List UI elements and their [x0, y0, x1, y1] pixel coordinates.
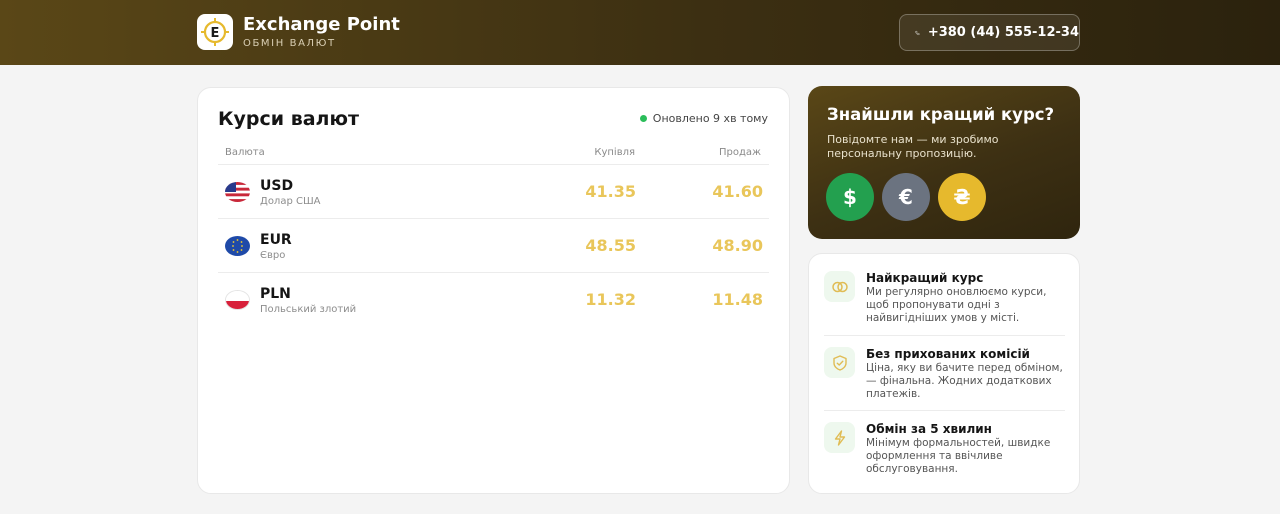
- status-dot: [639, 115, 647, 122]
- column-header-currency: Валюта: [225, 147, 265, 158]
- update-status-text: Оновлено 9 хв тому: [652, 112, 768, 125]
- sell-rate: 11.48: [712, 290, 763, 309]
- buy-rate: 48.55: [585, 236, 636, 255]
- promo-title: Знайшли кращий курс?: [827, 105, 1055, 124]
- currency-name: Польський злотий: [260, 304, 357, 315]
- phone-icon: [915, 30, 920, 35]
- shield-icon: [824, 347, 855, 378]
- lightning-icon: [824, 422, 855, 453]
- coins-icon: [824, 271, 855, 302]
- feature-title: Обмін за 5 хвилин: [866, 422, 992, 436]
- feature-text: Мінімум формальностей, швидке оформлення…: [866, 437, 1051, 475]
- features-card: Найкращий курс Ми регулярно оновлюємо ку…: [808, 253, 1080, 494]
- euro-coin-button[interactable]: €: [882, 173, 930, 221]
- rates-card: Курси валют Оновлено 9 хв тому Валюта Ку…: [197, 87, 790, 494]
- feature-text: Ціна, яку ви бачите перед обміном, — фін…: [866, 362, 1063, 400]
- eu-flag-icon: [225, 236, 250, 256]
- divider: [824, 410, 1065, 411]
- rate-row-pln: PLN Польський злотий 11.32 11.48: [218, 272, 769, 326]
- hryvnia-coin-button[interactable]: ₴: [938, 173, 986, 221]
- column-header-buy: Купівля: [594, 147, 635, 158]
- update-status: Оновлено 9 хв тому: [639, 112, 768, 125]
- rate-row-eur: EUR Євро 48.55 48.90: [218, 218, 769, 272]
- divider: [824, 335, 1065, 336]
- currency-code: PLN: [260, 286, 291, 302]
- target-logo-icon: E: [201, 18, 229, 46]
- feature-text: Ми регулярно оновлюємо курси, щоб пропон…: [866, 286, 1047, 324]
- header: E Exchange Point ОБМІН ВАЛЮТ +380 (44) 5…: [0, 0, 1280, 65]
- sell-rate: 41.60: [712, 182, 763, 201]
- pl-flag-icon: [225, 290, 250, 310]
- currency-name: Долар США: [260, 196, 321, 207]
- currency-name: Євро: [260, 250, 286, 261]
- promo-text: Повідомте нам — ми зробимо персональну п…: [827, 133, 999, 160]
- promo-card: Знайшли кращий курс? Повідомте нам — ми …: [808, 86, 1080, 239]
- sell-rate: 48.90: [712, 236, 763, 255]
- phone-number: +380 (44) 555-12-34: [927, 25, 1079, 40]
- dollar-coin-button[interactable]: $: [826, 173, 874, 221]
- phone-button[interactable]: +380 (44) 555-12-34: [899, 14, 1080, 51]
- buy-rate: 11.32: [585, 290, 636, 309]
- rate-row-usd: USD Долар США 41.35 41.60: [218, 164, 769, 218]
- currency-code: EUR: [260, 232, 292, 248]
- currency-code: USD: [260, 178, 294, 194]
- feature-title: Без прихованих комісій: [866, 347, 1030, 361]
- brand-title: Exchange Point: [243, 14, 400, 35]
- us-flag-icon: [225, 182, 250, 202]
- feature-title: Найкращий курс: [866, 271, 984, 285]
- column-header-sell: Продаж: [718, 147, 761, 158]
- buy-rate: 41.35: [585, 182, 636, 201]
- logo[interactable]: E: [197, 14, 233, 50]
- svg-text:E: E: [211, 26, 220, 41]
- rates-title: Курси валют: [218, 108, 359, 130]
- brand-subtitle: ОБМІН ВАЛЮТ: [243, 38, 336, 49]
